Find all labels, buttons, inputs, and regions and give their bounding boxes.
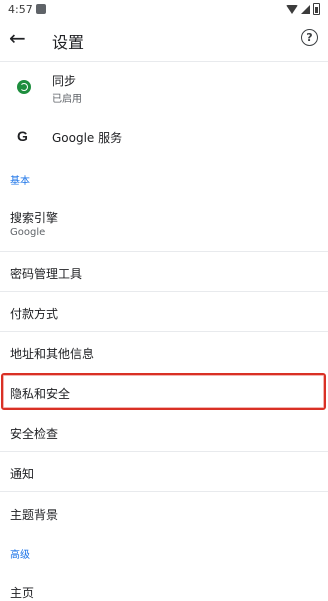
settings-item-google-services[interactable]: Google 服务 xyxy=(0,116,328,156)
help-icon[interactable]: ? xyxy=(301,29,318,46)
passwords-label: 密码管理工具 xyxy=(10,267,83,281)
app-bar: ← 设置 ? xyxy=(0,20,328,60)
page-title: 设置 xyxy=(52,33,85,52)
settings-item-notifications[interactable]: 通知 xyxy=(0,452,328,491)
status-time: 4:57 xyxy=(8,3,33,16)
addresses-label: 地址和其他信息 xyxy=(10,347,95,361)
settings-item-search-engine[interactable]: 搜索引擎 Google xyxy=(0,196,328,250)
sync-icon xyxy=(17,80,31,94)
section-header-basic: 基本 xyxy=(10,176,30,187)
google-icon: G xyxy=(17,128,28,144)
highlight-box xyxy=(1,373,326,410)
arrow-back-icon[interactable]: ← xyxy=(9,26,26,50)
wifi-icon xyxy=(286,4,298,14)
settings-item-homepage[interactable]: 主页 xyxy=(0,572,328,600)
sync-label: 同步 xyxy=(52,74,77,88)
payment-label: 付款方式 xyxy=(10,307,59,321)
settings-item-payment-methods[interactable]: 付款方式 xyxy=(0,292,328,331)
section-header-advanced: 高级 xyxy=(10,550,30,561)
settings-item-addresses[interactable]: 地址和其他信息 xyxy=(0,332,328,371)
notifications-label: 通知 xyxy=(10,467,35,481)
settings-item-sync[interactable]: 同步 已启用 xyxy=(0,62,328,112)
homepage-label: 主页 xyxy=(10,586,35,600)
sync-status: 已启用 xyxy=(52,94,82,105)
status-bar: 4:57 xyxy=(0,0,328,20)
status-icons xyxy=(286,3,320,15)
settings-item-safety-check[interactable]: 安全检查 xyxy=(0,412,328,451)
settings-item-passwords[interactable]: 密码管理工具 xyxy=(0,252,328,291)
signal-icon xyxy=(301,4,310,14)
notification-icon xyxy=(36,4,46,14)
theme-label: 主题背景 xyxy=(10,508,59,522)
settings-item-theme[interactable]: 主题背景 xyxy=(0,492,328,531)
google-services-label: Google 服务 xyxy=(52,131,123,145)
battery-icon xyxy=(313,3,320,15)
safety-check-label: 安全检查 xyxy=(10,427,59,441)
search-engine-value: Google xyxy=(10,227,46,238)
search-engine-label: 搜索引擎 xyxy=(10,211,59,225)
